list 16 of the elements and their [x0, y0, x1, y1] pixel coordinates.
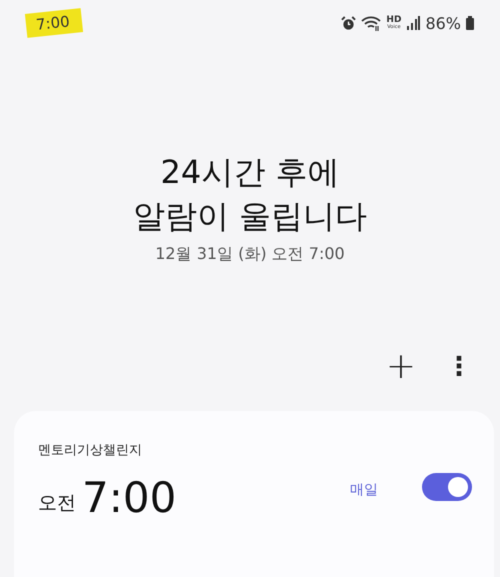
alarm-name: 멘토리기상챌린지: [38, 442, 143, 459]
alarm-toggle[interactable]: [422, 473, 472, 501]
next-alarm-date: 12월 31일 (화) 오전 7:00: [155, 244, 345, 265]
signal-icon: [406, 16, 420, 30]
clock-time: 7:00: [24, 8, 83, 38]
alarm-countdown: 24시간 후에: [160, 152, 340, 193]
alarm-meridiem: 오전: [38, 491, 76, 516]
repeat-label: 매일: [350, 481, 378, 499]
alarm-icon: [341, 16, 356, 30]
battery-percent: 86%: [425, 14, 461, 32]
alarm-time: 7:00: [82, 473, 176, 522]
add-alarm-button[interactable]: +: [382, 349, 420, 385]
more-options-button[interactable]: ⋮: [442, 354, 476, 380]
alarm-countdown: 알람이 울립니다: [132, 196, 368, 237]
wifi-icon: [361, 15, 382, 31]
battery-icon: [466, 16, 474, 30]
